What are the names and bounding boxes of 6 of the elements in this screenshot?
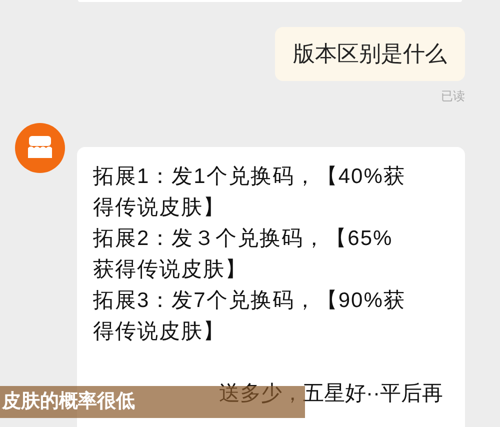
- message-text: 拓展3：发7个兑换码，【90%获得传说皮肤】: [93, 288, 406, 345]
- read-status: 已读: [441, 88, 465, 105]
- message-bubble: 版本区别是什么: [275, 27, 465, 81]
- avatar-icon[interactable]: [15, 123, 65, 173]
- message-text: 拓展2：发３个兑换码，【65%获得传说皮肤】: [93, 226, 394, 283]
- message-text: 拓展1：发1个兑换码，【40%获得传说皮肤】: [93, 164, 406, 221]
